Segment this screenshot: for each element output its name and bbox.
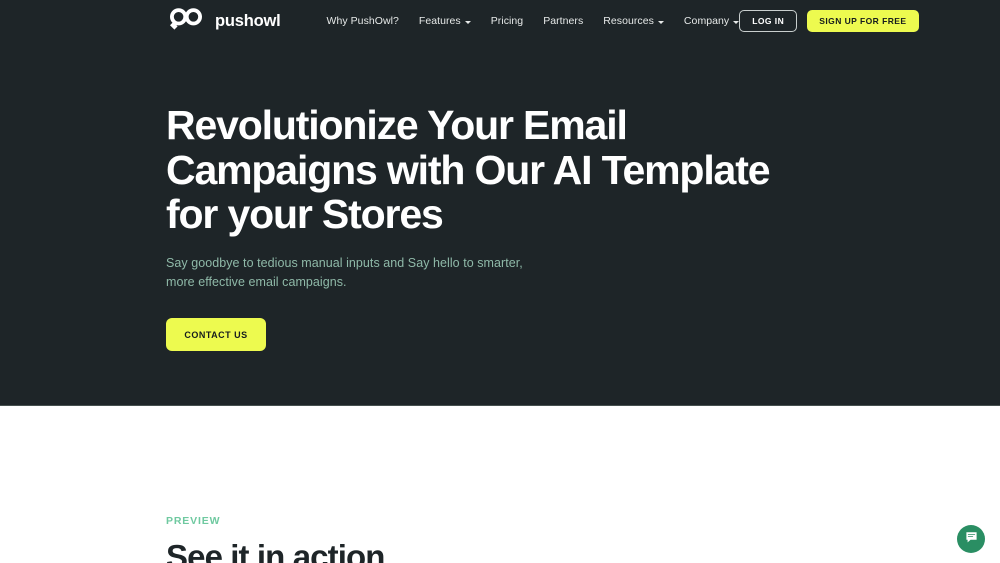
preview-title: See it in action xyxy=(166,537,385,563)
nav-item-features: Features xyxy=(419,15,471,27)
chat-bubble-icon xyxy=(965,531,978,547)
nav-item-why-pushowl: Why PushOwl? xyxy=(327,15,399,27)
nav-link-label: Why PushOwl? xyxy=(326,15,399,27)
nav-link-label: Partners xyxy=(543,15,584,27)
nav-link-pricing[interactable]: Pricing xyxy=(491,15,523,27)
nav-link-list: Why PushOwl? Features Pricing Partners R… xyxy=(327,15,740,27)
hero-title: Revolutionize Your Email Campaigns with … xyxy=(166,102,771,238)
contact-us-button[interactable]: CONTACT US xyxy=(166,318,266,352)
nav-item-resources: Resources xyxy=(603,15,664,27)
nav-item-pricing: Pricing xyxy=(491,15,523,27)
brand-logo-link[interactable]: pushowl xyxy=(166,6,281,37)
nav-link-resources[interactable]: Resources xyxy=(603,15,664,27)
hero-content: Revolutionize Your Email Campaigns with … xyxy=(166,102,806,352)
nav-link-partners[interactable]: Partners xyxy=(543,15,583,27)
nav-link-features[interactable]: Features xyxy=(419,15,471,27)
nav-item-partners: Partners xyxy=(543,15,583,27)
nav-link-label: Features xyxy=(418,15,461,27)
hero-section: pushowl Why PushOwl? Features Pricing Pa… xyxy=(0,0,1000,406)
nav-link-label: Pricing xyxy=(490,15,524,27)
chevron-down-icon xyxy=(464,20,471,24)
chat-launcher-button[interactable] xyxy=(957,525,985,553)
signup-button[interactable]: SIGN UP FOR FREE xyxy=(807,10,919,32)
preview-eyebrow-label: PREVIEW xyxy=(166,515,221,527)
login-button[interactable]: LOG IN xyxy=(739,10,798,32)
preview-section: PREVIEW See it in action xyxy=(0,406,1000,563)
preview-heading-group: PREVIEW See it in action xyxy=(166,516,385,563)
main-navigation: pushowl Why PushOwl? Features Pricing Pa… xyxy=(0,0,1000,42)
nav-link-label: Resources xyxy=(603,15,654,27)
nav-link-label: Company xyxy=(683,15,730,27)
nav-actions: LOG IN SIGN UP FOR FREE xyxy=(739,10,919,32)
nav-link-why-pushowl[interactable]: Why PushOwl? xyxy=(327,15,399,27)
nav-item-company: Company xyxy=(683,15,740,27)
brand-wordmark: pushowl xyxy=(215,11,281,30)
chevron-down-icon xyxy=(657,20,664,24)
nav-link-company[interactable]: Company xyxy=(683,15,740,27)
hero-subtitle: Say goodbye to tedious manual inputs and… xyxy=(166,256,523,290)
owl-eyes-logo-icon xyxy=(166,6,206,37)
